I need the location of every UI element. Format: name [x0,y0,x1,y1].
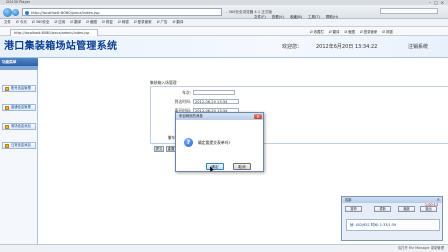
arrival-time-input[interactable]: 2012-06-20 13:34 [193,99,239,104]
folder-icon [5,106,9,110]
field-label: 车次: [182,90,191,95]
site-title: 港口集装箱场站管理系统 [4,41,118,52]
screen: i20130 Player – □ × http://localhost:808… [0,0,448,252]
toolbar-item[interactable]: Ø 翻译 [70,20,81,25]
toolbar-item[interactable]: Ø 应用 [54,20,65,25]
sidebar-item-label: 堆场信息添加 [11,124,31,128]
toolbar-item[interactable]: Ø 今天 [16,20,27,25]
player-title: i20130 Player [6,0,31,4]
folder-icon [5,144,9,148]
fav-tools: Ø 收藏栏 Ø 翻译 Ø 截图 Ø 登录管家 Ø 网银 [310,29,393,35]
sidebar-item-info[interactable]: 普通信息管理 [2,104,36,111]
address-row: http://localhost:8080/jzxcz/index.jsp - … [0,5,448,19]
toolbar-item[interactable]: Ø 截图 [86,20,97,25]
sidebar-title: 功能菜单 [0,58,38,66]
pause-button[interactable]: 暂停 [345,206,362,212]
toolbar-item[interactable]: Ø 登录管家 [134,20,152,25]
fav-tool[interactable]: Ø 登录管家 [360,29,377,35]
browser-toolbar: 文件 Ø 今天 Ø 360安全 Ø 应用 Ø 翻译 Ø 截图 Ø 修复 Ø 网银… [0,19,448,27]
sidebar-divider [0,66,38,70]
frame-info: 帧: 452/652 时间: 1:33/1:59 [350,223,397,227]
toolbar-item[interactable]: Ø 360安全 [32,20,50,25]
confirm-dialog: 来自网页的消息 × ? 确定要提交表单吗? 确定 取消 [175,112,264,172]
submit-button[interactable]: 提交 [154,146,164,152]
question-icon: ? [184,138,193,147]
sidebar-item-account[interactable]: 账号信息管理 [2,85,36,92]
current-datetime: 2012年6月20日 13:34:22 [316,44,378,50]
sidebar-item-label: 普通信息管理 [11,105,31,109]
folder-icon [5,87,9,91]
recorder-info: 帧: 452/652 时间: 1:33/1:59 [346,219,440,231]
site-banner: 港口集装箱场站管理系统 欢迎您： 2012年6月20日 13:34:22 注销系… [0,36,448,58]
dialog-body: ? 确定要提交表单吗? 确定 取消 [176,120,263,172]
toolbar-item[interactable]: 文件 [4,20,11,25]
forward-icon[interactable] [12,8,19,16]
sidebar-item-label: 账号信息管理 [11,86,31,90]
address-url: http://localhost:8080/jzxcz/index.jsp [31,10,100,15]
status-text: 请打开 File Manager 录制管理 [397,246,444,250]
toolbar-item[interactable]: Ø 修复 [102,20,113,25]
sidebar-item-label: 日常信息添加 [11,143,31,147]
dialog-title: 来自网页的消息 [176,113,263,120]
field-label: 到达时间: [174,99,191,104]
toolbar-item[interactable]: Ø 广告 [157,20,168,25]
toolbar-item[interactable]: Ø 翻译 [173,20,184,25]
toolbar-item[interactable]: Ø 网银 [118,20,129,25]
fav-tool[interactable]: Ø 翻译 [329,29,340,35]
play-button[interactable]: 播放 [398,206,415,212]
page-icon [25,10,29,15]
tab-strip: http://localhost:8080/jzxcz/admin/index.… [0,27,448,36]
logout-link[interactable]: 注销系统 [408,43,428,50]
search-input[interactable] [380,8,438,14]
welcome-text: 欢迎您： [282,44,303,50]
cancel-button[interactable]: 取消 [233,163,251,170]
exit-button[interactable]: 退出 [420,206,437,212]
dialog-message: 确定要提交表单吗? [198,140,231,145]
fav-tool[interactable]: Ø 网银 [382,29,393,35]
fav-tool[interactable]: Ø 收藏栏 [310,29,324,35]
fav-tool[interactable]: Ø 截图 [344,29,355,35]
sidebar: 功能菜单 账号信息管理 普通信息管理 堆场信息添加 日常信息添加 [0,58,38,244]
sidebar-item-yard[interactable]: 堆场信息添加 [2,123,36,130]
status-bar: 请打开 File Manager 录制管理 [0,244,448,252]
train-number-input[interactable] [193,90,235,95]
sidebar-item-daily[interactable]: 日常信息添加 [2,142,36,149]
restart-button[interactable]: 重新 [374,206,391,212]
close-icon[interactable]: × [254,114,262,119]
address-bar[interactable]: http://localhost:8080/jzxcz/index.jsp [22,8,222,16]
tab-admin[interactable]: http://localhost:8080/jzxcz/admin/index.… [10,28,98,36]
folder-icon [5,125,9,129]
back-icon[interactable] [3,7,12,17]
recorder-panel: 控制 × 1:00:13 暂停 重新 播放 退出 帧: 452/652 时间: … [341,196,443,241]
